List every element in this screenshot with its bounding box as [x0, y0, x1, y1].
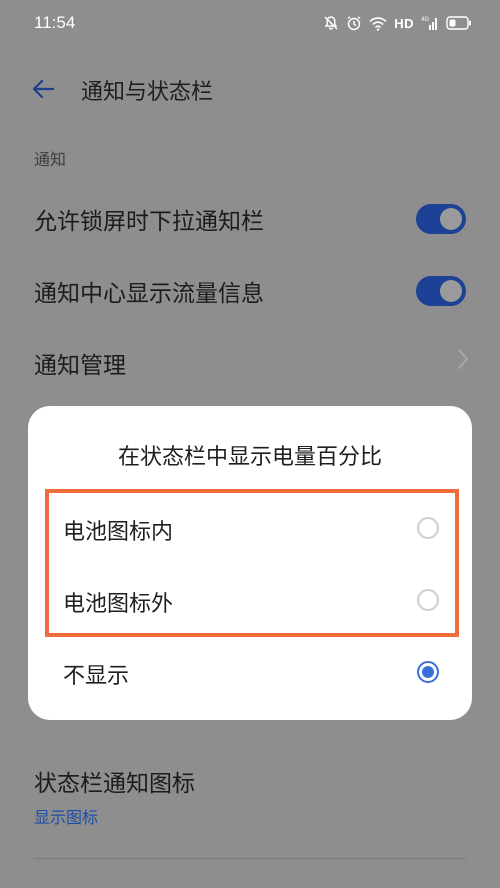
- option-label: 电池图标内: [63, 520, 174, 545]
- setting-row-statusbar-notification-icon[interactable]: 状态栏通知图标 显示图标: [0, 742, 500, 842]
- battery-percentage-dialog: 在状态栏中显示电量百分比 电池图标内 电池图标外 不显示: [28, 406, 472, 720]
- cellular-signal-icon: 4G: [421, 15, 439, 31]
- app-header: 通知与状态栏: [0, 58, 500, 118]
- option-hide[interactable]: 不显示: [28, 636, 472, 708]
- arrow-left-icon[interactable]: [26, 72, 60, 106]
- setting-label: 通知中心显示流量信息: [34, 281, 264, 307]
- svg-text:4G: 4G: [421, 17, 429, 23]
- lockscreen-pulldown-toggle[interactable]: [416, 204, 466, 234]
- status-icons: HD 4G: [323, 12, 472, 34]
- dialog-title: 在状态栏中显示电量百分比: [117, 445, 382, 470]
- alarm-icon: [346, 15, 362, 31]
- option-outside-battery-icon[interactable]: 电池图标外: [28, 564, 472, 636]
- mute-bell-icon: [323, 15, 339, 31]
- option-label: 不显示: [63, 664, 130, 689]
- radio-button[interactable]: [417, 589, 439, 611]
- setting-label: 通知管理: [34, 353, 126, 379]
- option-inside-battery-icon[interactable]: 电池图标内: [28, 492, 472, 564]
- status-time: 11:54: [34, 13, 76, 32]
- radio-dot: [422, 666, 434, 678]
- radio-button-selected[interactable]: [417, 661, 439, 683]
- toggle-knob: [440, 208, 462, 230]
- divider: [34, 858, 466, 859]
- setting-row-lockscreen-pulldown[interactable]: 允许锁屏时下拉通知栏: [0, 180, 500, 252]
- setting-row-notification-management[interactable]: 通知管理: [0, 324, 500, 396]
- setting-value: 显示图标: [34, 808, 99, 827]
- traffic-info-toggle[interactable]: [416, 276, 466, 306]
- settings-page: 11:54 HD 4G 通知与状态栏 通知 允许锁屏时下拉通知栏 通知中心显示流…: [0, 0, 500, 888]
- toggle-knob: [440, 280, 462, 302]
- wifi-icon: [369, 16, 387, 31]
- status-bar: 11:54 HD 4G: [0, 0, 500, 48]
- chevron-right-icon: [456, 348, 470, 374]
- battery-icon: [446, 16, 472, 30]
- hd-indicator: HD: [394, 15, 414, 31]
- option-label: 电池图标外: [63, 592, 174, 617]
- page-title: 通知与状态栏: [81, 80, 214, 105]
- radio-button[interactable]: [417, 517, 439, 539]
- section-label-notifications: 通知: [34, 150, 67, 169]
- setting-label: 状态栏通知图标: [34, 771, 195, 797]
- setting-row-traffic-info[interactable]: 通知中心显示流量信息: [0, 252, 500, 324]
- setting-label: 允许锁屏时下拉通知栏: [34, 209, 264, 235]
